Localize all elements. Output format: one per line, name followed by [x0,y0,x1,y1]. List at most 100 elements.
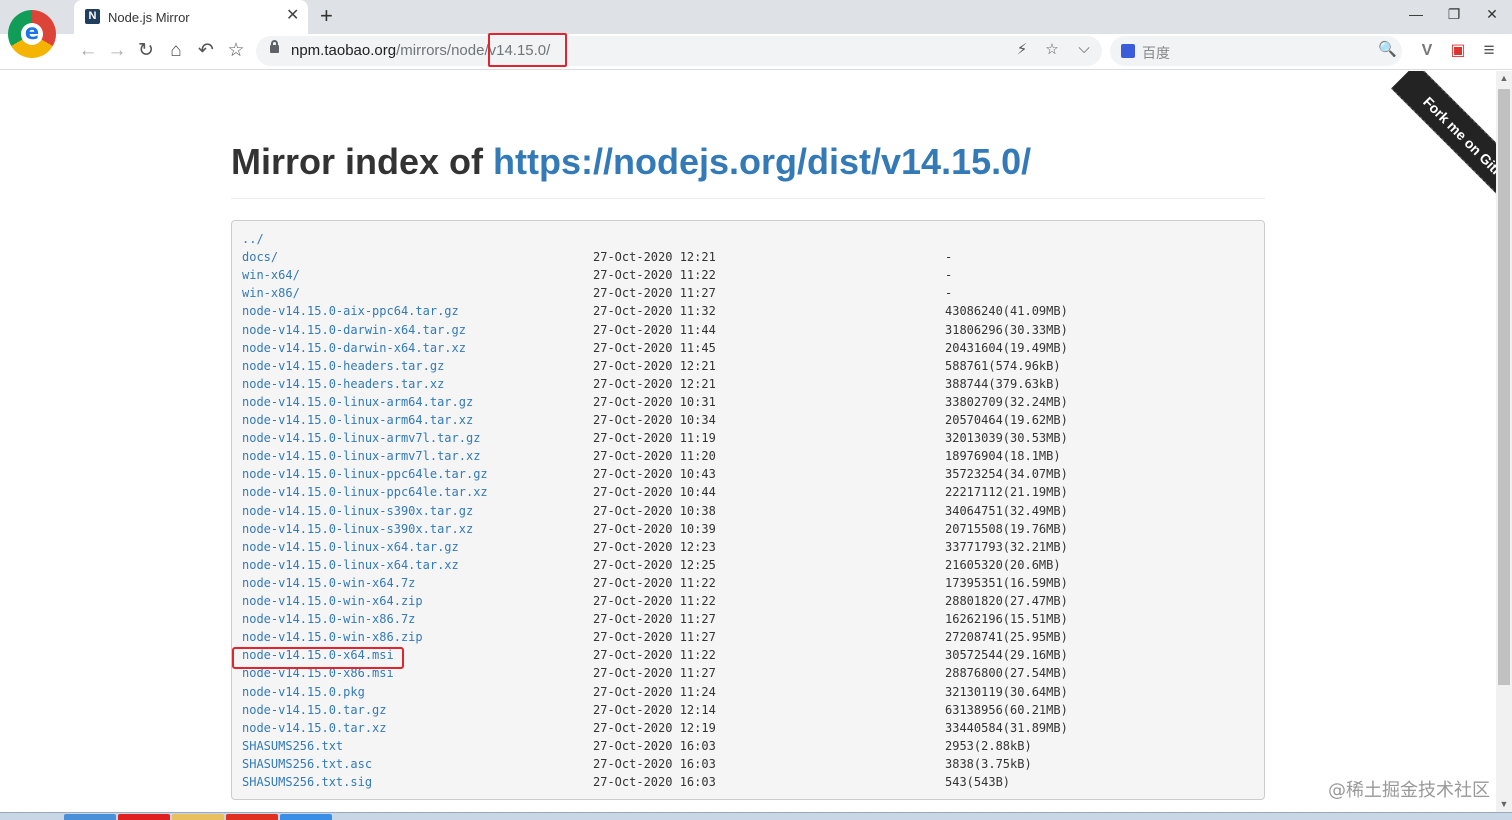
star-icon[interactable]: ☆ [1042,40,1062,58]
file-link[interactable]: node-v14.15.0-linux-ppc64le.tar.gz [242,465,488,483]
file-date: 27-Oct-2020 11:20 [593,449,716,464]
taskbar-item[interactable] [280,814,332,820]
page-content: Fork me on GitHub Mirror index of https:… [0,71,1496,811]
file-link[interactable]: node-v14.15.0-linux-s390x.tar.gz [242,502,473,520]
file-size: 34064751(32.49MB) [945,503,1068,518]
lightning-icon[interactable]: ⚡ [1012,40,1032,58]
bookmark-star-icon[interactable]: ☆ [225,39,247,63]
file-size: - [945,250,953,265]
back-arrow-icon[interactable]: ← [77,39,99,63]
search-box[interactable]: 百度 🔍 [1110,36,1402,66]
extension-v-icon[interactable]: V [1416,39,1438,63]
file-date: 27-Oct-2020 12:21 [593,250,716,265]
file-date: 27-Oct-2020 12:21 [593,358,716,373]
baidu-icon[interactable] [1121,44,1135,58]
file-link[interactable]: node-v14.15.0-win-x86.7z [242,610,415,628]
menu-icon[interactable]: ≡ [1478,39,1500,63]
taskbar [0,812,1512,820]
file-date: 27-Oct-2020 11:27 [593,286,716,301]
dist-link[interactable]: https://nodejs.org/dist/v14.15.0/ [493,141,1031,182]
fork-on-github-ribbon[interactable]: Fork me on GitHub [1391,71,1496,223]
tab-strip: N Node.js Mirror ✕ + — ❐ ✕ [0,0,1512,34]
file-size: 28876800(27.54MB) [945,666,1068,681]
divider [231,198,1265,199]
search-icon[interactable]: 🔍 [1378,40,1397,58]
file-date: 27-Oct-2020 10:44 [593,485,716,500]
taskbar-item[interactable] [118,814,170,820]
file-date: 27-Oct-2020 12:23 [593,539,716,554]
taskbar-item[interactable] [64,814,116,820]
file-link[interactable]: docs/ [242,248,278,266]
chevron-down-icon[interactable]: ⌵ [1074,40,1094,57]
file-date: 27-Oct-2020 12:21 [593,376,716,391]
file-link[interactable]: node-v14.15.0-linux-arm64.tar.xz [242,411,473,429]
address-bar[interactable]: npm.taobao.org/mirrors/node/v14.15.0/ ⚡ … [256,36,1102,66]
file-link[interactable]: win-x86/ [242,284,300,302]
forward-arrow-icon[interactable]: → [106,39,128,63]
file-link[interactable]: node-v14.15.0-darwin-x64.tar.gz [242,321,466,339]
file-size: 20570464(19.62MB) [945,413,1068,427]
maximize-button[interactable]: ❐ [1444,6,1464,23]
close-tab-icon[interactable]: ✕ [286,7,299,25]
file-link[interactable]: node-v14.15.0.tar.xz [242,719,387,737]
close-window-button[interactable]: ✕ [1482,6,1502,23]
file-size: 543(543B) [945,775,1011,789]
scroll-up-arrow-icon[interactable]: ▲ [1496,73,1512,83]
file-link[interactable]: win-x64/ [242,266,300,284]
file-date: 27-Oct-2020 11:27 [593,630,716,645]
search-input[interactable]: 百度 [1142,43,1170,63]
file-link[interactable]: node-v14.15.0-win-x86.zip [242,628,423,646]
taskbar-item[interactable] [226,814,278,820]
file-date: 27-Oct-2020 11:22 [593,268,716,283]
pdf-extension-icon[interactable]: ▣ [1447,39,1469,63]
file-link[interactable]: SHASUMS256.txt.sig [242,773,372,791]
file-size: 20715508(19.76MB) [945,521,1068,536]
taskbar-item[interactable] [172,814,224,820]
file-link[interactable]: node-v14.15.0-win-x64.zip [242,592,423,610]
file-size: 33771793(32.21MB) [945,539,1068,554]
file-size: - [945,268,953,283]
file-date: 27-Oct-2020 11:22 [593,575,716,590]
file-link[interactable]: node-v14.15.0-linux-armv7l.tar.gz [242,429,480,447]
scrollbar[interactable]: ▲ ▼ [1496,71,1512,812]
file-date: 27-Oct-2020 11:22 [593,594,716,608]
scrollbar-thumb[interactable] [1498,89,1510,685]
minimize-button[interactable]: — [1406,6,1426,22]
file-date: 27-Oct-2020 10:39 [593,521,716,536]
file-link[interactable]: node-v14.15.0-linux-x64.tar.gz [242,538,459,556]
file-link[interactable]: node-v14.15.0-linux-ppc64le.tar.xz [242,483,488,501]
tab-nodejs-mirror[interactable]: N Node.js Mirror ✕ [74,0,308,34]
undo-icon[interactable]: ↶ [195,39,217,63]
file-link[interactable]: node-v14.15.0-linux-s390x.tar.xz [242,520,473,538]
file-size: 588761(574.96kB) [945,358,1061,373]
file-date: 27-Oct-2020 12:25 [593,557,716,572]
file-date: 27-Oct-2020 11:22 [593,648,716,663]
file-link[interactable]: node-v14.15.0-linux-armv7l.tar.xz [242,447,480,465]
file-link[interactable]: ../ [242,230,264,248]
file-link[interactable]: node-v14.15.0-win-x64.7z [242,574,415,592]
file-size: 20431604(19.49MB) [945,340,1068,355]
toolbar: ← → ↻ ⌂ ↶ ☆ npm.taobao.org/mirrors/node/… [0,34,1512,70]
file-size: 3838(3.75kB) [945,756,1032,771]
new-tab-button[interactable]: + [320,4,333,28]
file-link[interactable]: node-v14.15.0-linux-x64.tar.xz [242,556,459,574]
file-link[interactable]: node-v14.15.0-headers.tar.gz [242,357,444,375]
file-link[interactable]: node-v14.15.0.tar.gz [242,701,387,719]
lock-icon[interactable] [270,40,279,53]
file-size: 33802709(32.24MB) [945,394,1068,409]
file-link[interactable]: node-v14.15.0-darwin-x64.tar.xz [242,339,466,357]
file-size: 388744(379.63kB) [945,376,1061,391]
watermark: @稀土掘金技术社区 [1328,780,1490,801]
file-link[interactable]: node-v14.15.0-headers.tar.xz [242,375,444,393]
file-date: 27-Oct-2020 16:03 [593,756,716,771]
file-link[interactable]: SHASUMS256.txt [242,737,343,755]
file-date: 27-Oct-2020 12:19 [593,720,716,735]
file-link[interactable]: node-v14.15.0-linux-arm64.tar.gz [242,393,473,411]
reload-icon[interactable]: ↻ [135,39,157,63]
file-link[interactable]: SHASUMS256.txt.asc [242,755,372,773]
file-link[interactable]: node-v14.15.0-aix-ppc64.tar.gz [242,302,459,320]
file-size: 31806296(30.33MB) [945,322,1068,337]
file-link[interactable]: node-v14.15.0.pkg [242,683,365,701]
scroll-down-arrow-icon[interactable]: ▼ [1496,799,1512,809]
home-icon[interactable]: ⌂ [165,39,187,63]
